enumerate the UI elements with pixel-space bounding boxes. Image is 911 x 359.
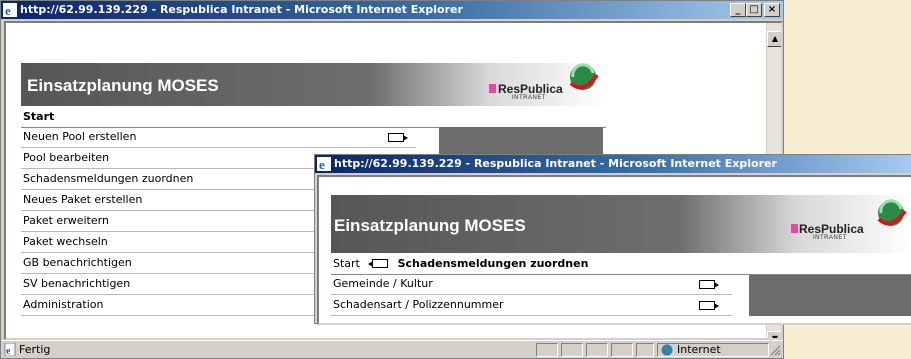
menu-item-label: Neues Paket erstellen bbox=[23, 193, 143, 206]
scroll-up-button[interactable]: ▲ bbox=[767, 31, 781, 47]
breadcrumb: Start Schadensmeldungen zuordnen bbox=[331, 254, 911, 275]
respublica-logo: ResPublica INTRANET bbox=[481, 63, 606, 106]
window-title: http://62.99.139.229 - Respublica Intran… bbox=[334, 157, 777, 170]
header-banner: Einsatzplanung MOSES ResPublica INTRANET bbox=[21, 63, 606, 106]
menu-item-label: Schadensmeldungen zuordnen bbox=[23, 172, 194, 185]
status-cell bbox=[536, 343, 558, 357]
globe-icon bbox=[877, 199, 907, 226]
internet-globe-icon bbox=[661, 344, 673, 356]
breadcrumb-start[interactable]: Start bbox=[333, 257, 360, 270]
svg-text:e: e bbox=[6, 346, 11, 356]
menu-item-label: Paket wechseln bbox=[23, 235, 108, 248]
svg-text:e: e bbox=[319, 157, 325, 171]
menu-item-label: Paket erweitern bbox=[23, 214, 109, 227]
logo-name: ResPublica bbox=[498, 82, 563, 96]
arrow-right-icon[interactable] bbox=[699, 280, 719, 289]
page-title: Einsatzplanung MOSES bbox=[27, 76, 219, 95]
svg-text:e: e bbox=[5, 3, 11, 17]
menu-item-label: Pool bearbeiten bbox=[23, 151, 110, 164]
status-cell bbox=[636, 343, 654, 357]
menu-item-label: Gemeinde / Kultur bbox=[333, 277, 433, 290]
menu-item-schadensart[interactable]: Schadensart / Polizzennummer bbox=[331, 295, 732, 316]
status-cell bbox=[611, 343, 633, 357]
logo-subtitle: INTRANET bbox=[512, 95, 546, 101]
menu-item-neuer-pool[interactable]: Neuen Pool erstellen bbox=[21, 127, 416, 148]
minimize-button[interactable]: _ bbox=[730, 3, 746, 17]
status-bar: e Fertig Internet bbox=[1, 340, 783, 358]
resize-grip-icon[interactable] bbox=[769, 344, 781, 356]
menu-item-label: GB benachrichtigen bbox=[23, 256, 132, 269]
breadcrumb-current: Schadensmeldungen zuordnen bbox=[397, 257, 589, 270]
menu-item-label: SV benachrichtigen bbox=[23, 277, 131, 290]
browser-window-front: e http://62.99.139.229 - Respublica Intr… bbox=[314, 154, 911, 325]
arrow-left-icon[interactable] bbox=[367, 259, 388, 268]
respublica-logo: ResPublica INTRANET bbox=[791, 195, 911, 253]
menu-item-gemeinde-kultur[interactable]: Gemeinde / Kultur bbox=[331, 274, 732, 295]
page-icon: e bbox=[4, 343, 16, 356]
status-cell bbox=[561, 343, 583, 357]
arrow-right-icon[interactable] bbox=[388, 133, 408, 142]
window-title: http://62.99.139.229 - Respublica Intran… bbox=[20, 3, 463, 16]
status-cell bbox=[586, 343, 608, 357]
menu-item-label: Schadensart / Polizzennummer bbox=[333, 298, 504, 311]
scroll-down-button[interactable]: ▼ bbox=[767, 331, 781, 338]
arrow-right-icon[interactable] bbox=[699, 301, 719, 310]
header-banner: Einsatzplanung MOSES ResPublica INTRANET bbox=[331, 195, 911, 253]
globe-icon bbox=[569, 63, 599, 90]
window-titlebar[interactable]: e http://62.99.139.229 - Respublica Intr… bbox=[1, 1, 783, 19]
breadcrumb: Start bbox=[21, 107, 606, 128]
internet-explorer-icon: e bbox=[3, 3, 17, 17]
maximize-button[interactable]: □ bbox=[746, 3, 762, 17]
logo-mark-icon bbox=[489, 84, 496, 93]
menu-item-label: Neuen Pool erstellen bbox=[23, 130, 137, 143]
logo-subtitle: INTRANET bbox=[813, 235, 847, 241]
side-panel bbox=[749, 275, 911, 316]
close-button[interactable]: × bbox=[764, 3, 780, 17]
internet-explorer-icon: e bbox=[317, 157, 331, 171]
zone-text: Internet bbox=[677, 343, 721, 356]
status-text: Fertig bbox=[19, 343, 51, 356]
logo-name: ResPublica bbox=[799, 222, 864, 236]
logo-mark-icon bbox=[791, 224, 798, 233]
page-title: Einsatzplanung MOSES bbox=[334, 216, 526, 235]
window-titlebar[interactable]: e http://62.99.139.229 - Respublica Intr… bbox=[315, 155, 911, 173]
page-content: Einsatzplanung MOSES ResPublica INTRANET… bbox=[317, 175, 911, 325]
menu-item-label: Administration bbox=[23, 298, 104, 311]
